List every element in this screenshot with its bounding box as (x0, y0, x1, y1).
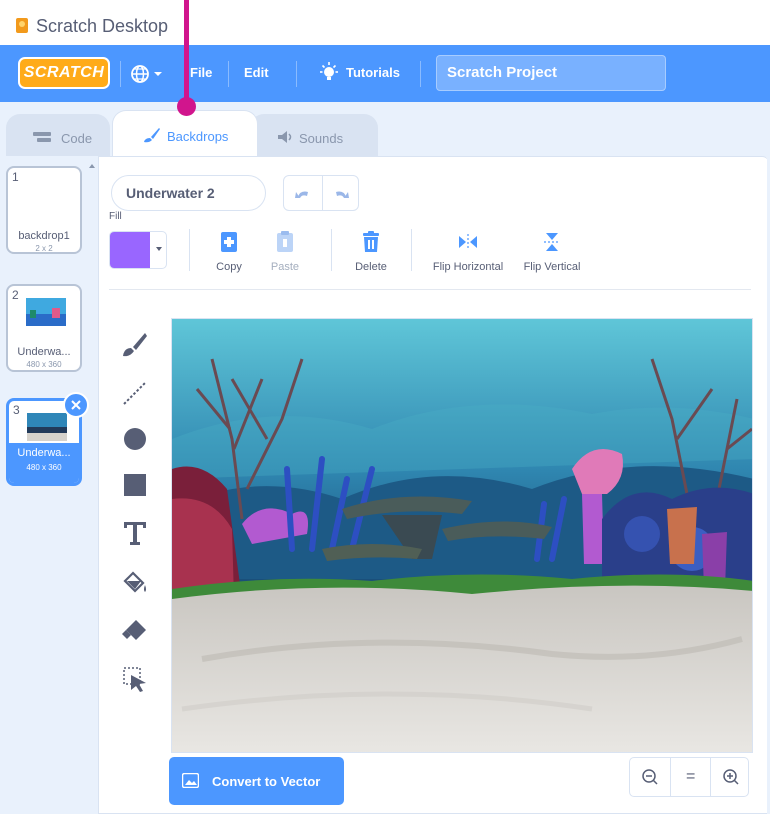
backdrop-list: 1 backdrop1 2 x 2 2 Underwa... 480 x 360… (0, 156, 98, 814)
toolbar-separator (189, 229, 190, 271)
redo-icon[interactable] (332, 185, 350, 203)
scratch-app-icon (16, 18, 28, 33)
paintbrush-icon (144, 128, 160, 143)
fill-label: Fill (109, 211, 122, 222)
window-title-bar: Scratch Desktop (0, 0, 770, 45)
file-menu[interactable]: File (190, 65, 212, 80)
chevron-down-icon (156, 247, 162, 251)
flip-horizontal-button[interactable]: Flip Horizontal (429, 231, 507, 273)
tab-code[interactable]: Code (6, 114, 110, 157)
trash-icon (363, 231, 379, 252)
flip-horizontal-icon (459, 234, 477, 250)
globe-icon (131, 65, 162, 83)
code-blocks-icon (33, 132, 51, 142)
copy-button[interactable]: Copy (211, 231, 247, 273)
menu-divider (120, 61, 121, 87)
line-tool-icon[interactable] (119, 377, 151, 409)
scroll-up-arrow[interactable] (89, 164, 95, 168)
menu-divider (420, 61, 421, 87)
paste-label: Paste (270, 261, 300, 273)
scratch-logo[interactable]: SCRATCH (18, 57, 110, 89)
menu-divider (296, 61, 297, 87)
image-icon (182, 773, 199, 788)
convert-to-vector-label: Convert to Vector (212, 774, 321, 789)
tab-sounds[interactable]: Sounds (250, 114, 378, 157)
project-title-input[interactable]: Scratch Project (436, 55, 666, 91)
backdrop-thumbnail-1[interactable]: 1 backdrop1 2 x 2 (6, 166, 82, 254)
underwater-thumbnail-image (26, 298, 66, 326)
fill-color-swatch (110, 232, 150, 268)
annotation-pointer-line (184, 0, 189, 100)
delete-label: Delete (355, 261, 387, 273)
backdrop-size: 480 x 360 (26, 463, 62, 472)
tab-bar: Code Sounds Backdrops (0, 102, 770, 158)
flip-horizontal-label: Flip Horizontal (432, 261, 504, 273)
backdrop-size: 480 x 360 (26, 360, 62, 369)
rectangle-tool-icon[interactable] (119, 469, 151, 501)
backdrop-name: Underwa... (17, 346, 71, 358)
copy-icon (221, 232, 237, 252)
tutorials-menu[interactable]: Tutorials (346, 65, 400, 80)
language-menu[interactable] (130, 63, 170, 85)
text-tool-icon[interactable] (119, 517, 151, 549)
drawing-canvas[interactable] (171, 318, 753, 753)
toolbar-separator (331, 229, 332, 271)
convert-to-vector-button[interactable]: Convert to Vector (169, 757, 344, 805)
close-icon (71, 400, 81, 410)
edit-menu[interactable]: Edit (244, 65, 269, 80)
paste-button[interactable]: Paste (267, 231, 303, 273)
zoom-out-button[interactable] (630, 758, 670, 796)
copy-label: Copy (216, 261, 242, 273)
annotation-pointer-dot (177, 97, 196, 116)
backdrop-size: 2 x 2 (35, 244, 53, 253)
delete-button[interactable]: Delete (349, 231, 393, 273)
tab-backdrops-label: Backdrops (167, 129, 229, 144)
window-title: Scratch Desktop (36, 16, 169, 36)
toolbar-separator (411, 229, 412, 271)
paint-editor: Underwater 2 Fill Copy Paste Delete Flip… (98, 156, 770, 814)
tab-sounds-label: Sounds (299, 131, 344, 146)
brush-tool-icon[interactable] (119, 329, 151, 361)
backdrop-number: 3 (13, 403, 20, 417)
tab-backdrops[interactable]: Backdrops (112, 110, 258, 158)
select-tool-icon[interactable] (119, 663, 151, 695)
backdrop-name: Underwa... (17, 447, 71, 459)
undo-redo-separator (322, 176, 323, 210)
backdrop-number: 2 (12, 288, 19, 302)
zoom-reset-label: = (686, 768, 696, 785)
tab-code-label: Code (61, 131, 93, 146)
zoom-in-button[interactable] (710, 758, 750, 796)
menu-bar: SCRATCH File Edit Tutorials Scratch Proj… (0, 45, 770, 102)
paste-icon (277, 231, 293, 252)
flip-vertical-button[interactable]: Flip Vertical (519, 231, 585, 273)
lightbulb-icon[interactable] (318, 62, 340, 84)
zoom-out-icon (642, 769, 658, 785)
flip-vertical-label: Flip Vertical (523, 261, 581, 273)
zoom-reset-button[interactable]: = (670, 758, 710, 796)
zoom-controls: = (629, 757, 749, 797)
underwater-backdrop-image (172, 319, 752, 752)
speaker-icon (278, 131, 292, 143)
backdrop-name: backdrop1 (18, 230, 70, 242)
circle-tool-icon[interactable] (119, 423, 151, 455)
backdrop-number: 1 (12, 170, 19, 184)
flip-vertical-icon (544, 233, 560, 251)
toolbar-bottom-divider (109, 289, 751, 290)
delete-backdrop-button[interactable] (63, 392, 89, 418)
chevron-down-icon (154, 72, 162, 76)
fill-color-picker[interactable] (109, 231, 167, 269)
undo-redo-group (283, 175, 359, 211)
undo-icon[interactable] (294, 185, 312, 203)
costume-name-input[interactable]: Underwater 2 (111, 175, 266, 211)
eraser-tool-icon[interactable] (119, 615, 151, 647)
menu-divider (228, 61, 229, 87)
zoom-in-icon (723, 769, 739, 785)
underwater-thumbnail-image (27, 413, 67, 441)
backdrop-thumbnail-2[interactable]: 2 Underwa... 480 x 360 (6, 284, 82, 372)
fill-tool-icon[interactable] (119, 567, 151, 599)
